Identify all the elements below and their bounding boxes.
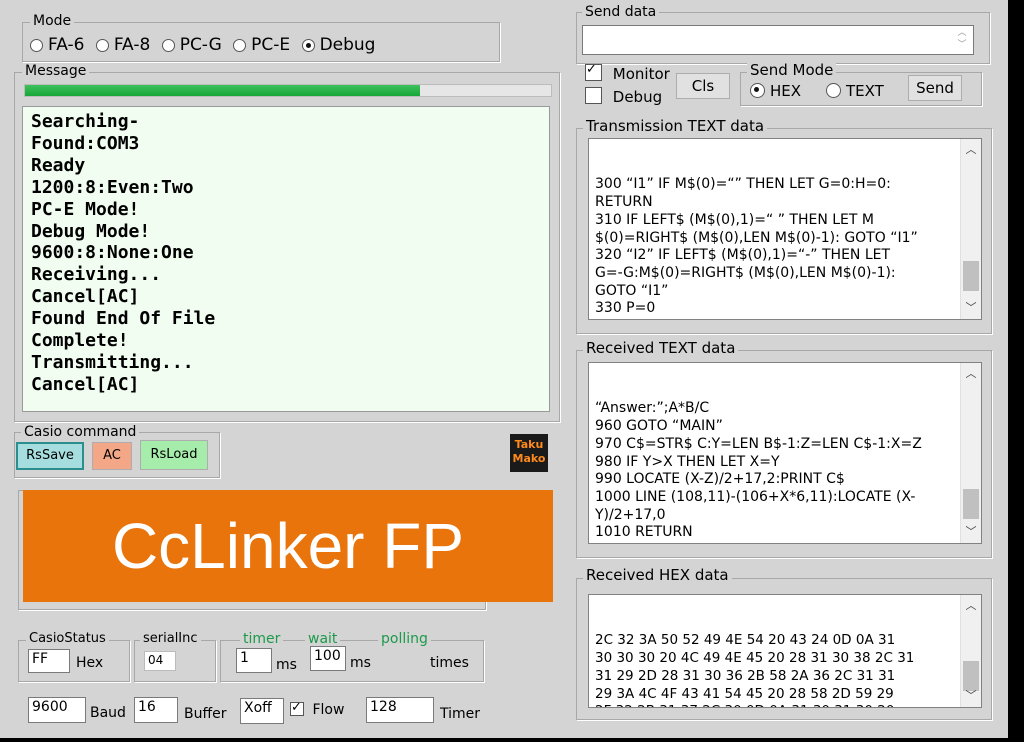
received-text-area[interactable]: “Answer:”;A*B/C 960 GOTO “MAIN” 970 C$=S… [588,362,982,544]
monitor-label: Monitor [612,65,670,83]
rssave-button[interactable]: RsSave [16,442,84,470]
scroll-thumb[interactable] [963,489,979,519]
received-hex-title: Received HEX data [583,567,732,583]
wait-unit: ms [350,655,371,671]
app-banner-text: CcLinker FP [111,510,465,582]
mode-option-pce[interactable]: PC-E [233,35,290,55]
radio-icon [233,39,247,52]
received-text-title: Received TEXT data [583,340,739,356]
app-banner: CcLinker FP [23,490,553,602]
ac-button[interactable]: AC [92,442,132,470]
send-data-input[interactable] [582,25,974,55]
polling-unit: times [430,655,469,671]
debug-checkbox[interactable]: Debug [585,87,662,106]
casio-command-title: Casio command [21,424,140,440]
radio-icon [95,39,109,52]
received-text-content: “Answer:”;A*B/C 960 GOTO “MAIN” 970 C$=S… [595,400,922,543]
send-mode-text[interactable]: TEXT [826,82,884,100]
flow-checkbox[interactable]: Flow [290,700,345,718]
serial-inc-title: serialInc [140,631,201,647]
cls-button[interactable]: Cls [676,73,730,99]
mode-radio-row: FA-6 FA-8 PC-G PC-E Debug [30,35,375,55]
hex-label: Hex [76,655,104,671]
flow-label: Flow [312,702,345,718]
radio-icon [826,83,841,98]
message-log: Searching- Found:COM3 Ready 1200:8:Even:… [22,106,550,412]
mode-option-pcg[interactable]: PC-G [161,35,222,55]
timer-label: timer [240,631,284,647]
message-title: Message [22,63,90,79]
casio-status-field[interactable]: FF [28,649,70,673]
app-window: Mode FA-6 FA-8 PC-G PC-E Debug Message S… [0,0,1008,738]
mode-option-fa8[interactable]: FA-8 [95,35,150,55]
progress-fill [25,85,420,96]
chevron-down-icon[interactable]: ﹀ [961,299,981,317]
timer-bottom-label: Timer [440,706,481,722]
radio-icon [161,39,175,52]
send-data-title: Send data [582,4,660,20]
chevron-up-icon[interactable]: ︿ [961,597,981,615]
buffer-field[interactable]: 16 [134,697,178,723]
checkbox-checked-icon [290,700,304,716]
mode-title: Mode [30,13,75,29]
chevron-down-icon[interactable]: ﹀ [961,687,981,705]
baud-field[interactable]: 9600 [28,697,86,723]
radio-selected-icon [301,39,315,52]
casio-status-title: CasioStatus [26,631,109,647]
timer-field[interactable]: 1 [236,648,272,673]
chevron-down-icon[interactable]: ﹀ [952,39,972,51]
serial-inc-field[interactable]: 04 [144,651,176,671]
monitor-checkbox[interactable]: Monitor [585,62,670,83]
transmission-title: Transmission TEXT data [583,118,768,134]
wait-label: wait [305,631,341,647]
checkbox-checked-icon [585,62,602,81]
takumako-logo: Taku Mako [510,434,548,472]
received-hex-content: 2C 32 3A 50 52 49 4E 54 20 43 24 0D 0A 3… [595,632,915,707]
timer-value-field[interactable]: 128 [366,697,434,723]
send-data-spinner[interactable]: ︿ ﹀ [952,27,972,53]
received-hex-area[interactable]: 2C 32 3A 50 52 49 4E 54 20 43 24 0D 0A 3… [588,594,982,708]
received-text-scrollbar[interactable]: ︿ ﹀ [960,363,981,543]
radio-selected-icon [750,83,765,98]
flow-field[interactable]: Xoff [240,698,284,724]
debug-label: Debug [612,88,663,106]
buffer-label: Buffer [184,706,227,722]
send-button[interactable]: Send [908,75,962,101]
scroll-thumb[interactable] [963,261,979,291]
chevron-up-icon[interactable]: ︿ [961,365,981,383]
baud-label: Baud [90,705,126,721]
received-hex-scrollbar[interactable]: ︿ ﹀ [960,595,981,707]
rsload-button[interactable]: RsLoad [140,440,208,470]
chevron-up-icon[interactable]: ︿ [961,141,981,159]
send-mode-hex[interactable]: HEX [750,82,801,100]
mode-option-fa6[interactable]: FA-6 [30,35,84,55]
checkbox-icon [585,87,602,104]
wait-field[interactable]: 100 [310,646,346,671]
transmission-scrollbar[interactable]: ︿ ﹀ [960,139,981,319]
progress-bar [24,84,552,97]
radio-icon [30,39,43,52]
mode-option-debug[interactable]: Debug [301,35,375,55]
transmission-text-area[interactable]: 300 “I1” IF M$(0)=“” THEN LET G=0:H=0: R… [588,138,982,320]
transmission-content: 300 “I1” IF M$(0)=“” THEN LET G=0:H=0: R… [595,176,918,319]
send-mode-title: Send Mode [747,62,837,78]
polling-label: polling [378,631,431,647]
chevron-down-icon[interactable]: ﹀ [961,523,981,541]
timer-unit: ms [276,657,297,673]
chevron-up-icon[interactable]: ︿ [952,27,972,39]
